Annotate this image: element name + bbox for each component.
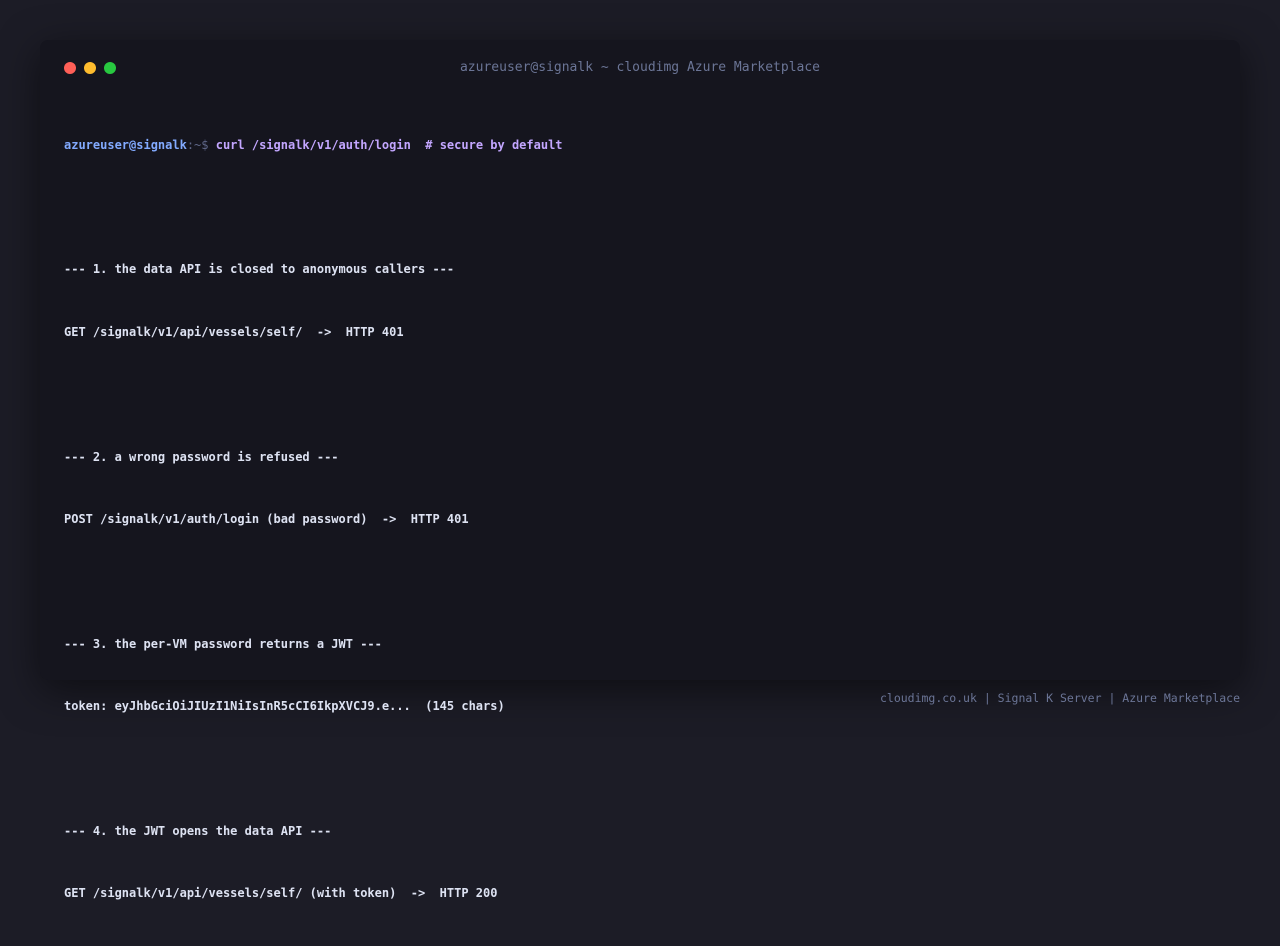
terminal-output[interactable]: azureuser@signalk:~$ curl /signalk/v1/au… (64, 93, 1216, 946)
output-line-7: --- 3. the per-VM password returns a JWT… (64, 636, 382, 651)
output-line-11: GET /signalk/v1/api/vessels/self/ (with … (64, 886, 498, 901)
output-line-9 (64, 759, 1216, 780)
output-line-5: POST /signalk/v1/auth/login (bad passwor… (64, 511, 469, 526)
output-line-1: --- 1. the data API is closed to anonymo… (64, 262, 455, 277)
output-line-10: --- 4. the JWT opens the data API --- (64, 823, 332, 838)
output-line-3 (64, 384, 1216, 405)
prompt-path: :~$ (186, 137, 216, 152)
title-bar: azureuser@signalk ~ cloudimg Azure Marke… (40, 40, 1240, 96)
window-title: azureuser@signalk ~ cloudimg Azure Marke… (459, 60, 821, 75)
prompt-line: azureuser@signalk:~$ curl /signalk/v1/au… (64, 135, 1216, 156)
prompt-user: azureuser@signalk (64, 137, 187, 152)
terminal-window: azureuser@signalk ~ cloudimg Azure Marke… (40, 40, 1240, 900)
output-line-4: --- 2. a wrong password is refused --- (64, 449, 339, 464)
command-text: curl /signalk/v1/auth/login # secure by … (215, 137, 563, 152)
output-line-6 (64, 571, 1216, 592)
footer-credits: cloudimg.co.uk | Signal K Server | Azure… (879, 691, 1240, 705)
output-line-2: GET /signalk/v1/api/vessels/self/ -> HTT… (64, 324, 404, 339)
